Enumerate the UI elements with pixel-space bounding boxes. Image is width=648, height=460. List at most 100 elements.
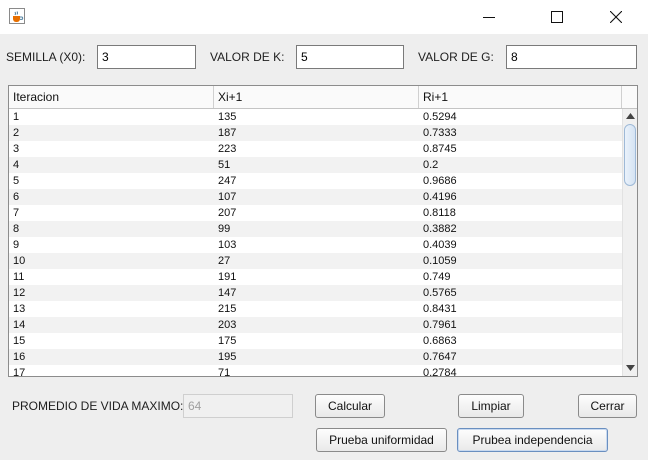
cell-ri: 0.8118	[423, 207, 456, 219]
vertical-scrollbar[interactable]	[622, 109, 637, 376]
cell-ri: 0.9686	[423, 175, 457, 187]
cell-iteracion: 6	[13, 191, 20, 203]
cell-xi: 71	[218, 367, 231, 376]
table-row[interactable]: 12 147 0.5765	[9, 285, 622, 301]
results-table[interactable]: Iteracion Xi+1 Ri+1 1 1 3 5 0.5294 2 187 0.7333…	[8, 85, 638, 377]
maximize-icon	[551, 11, 563, 23]
table-row[interactable]: 2 187 0.7333	[9, 125, 622, 141]
minimize-button[interactable]	[466, 0, 512, 34]
k-label: VALOR DE K:	[210, 50, 285, 64]
table-row[interactable]: 13 215 0.8431	[9, 301, 622, 317]
cell-iteracion: 16	[13, 351, 26, 363]
cell-xi: 191	[218, 271, 237, 283]
cell-xi: 207	[218, 207, 237, 219]
cell-iteracion: 15	[13, 335, 26, 347]
cell-xi: 247	[218, 175, 237, 187]
cerrar-button[interactable]: Cerrar	[578, 394, 637, 418]
table-row[interactable]: 17 71 0.2784	[9, 365, 622, 376]
column-header-iteracion[interactable]: Iteracion	[9, 86, 214, 108]
table-row[interactable]: 4 51 0.2	[9, 157, 622, 173]
table-row[interactable]: 15 175 0.6863	[9, 333, 622, 349]
cell-ri: 0.7333	[423, 127, 457, 139]
cell-iteracion: 7	[13, 207, 20, 219]
java-cup-icon	[9, 8, 25, 24]
cell-xi: 203	[218, 319, 237, 331]
cell-ri: 0.6863	[423, 335, 457, 347]
table-row[interactable]: 3 223 0.8745	[9, 141, 622, 157]
table-row[interactable]: 8 99 0.3882	[9, 221, 622, 237]
arrow-up-icon	[626, 113, 635, 119]
cell-iteracion: 5	[13, 175, 20, 187]
cell-iteracion: 12	[13, 287, 26, 299]
cell-iteracion: 2	[13, 127, 20, 139]
prueba-uniformidad-button[interactable]: Prueba uniformidad	[316, 428, 447, 452]
column-header-xi[interactable]: Xi+1	[214, 86, 419, 108]
cell-iteracion: 3	[13, 143, 20, 155]
cell-xi: 175	[218, 335, 237, 347]
cell-ri: 0.5294	[423, 111, 457, 123]
seed-input[interactable]: 3	[97, 45, 196, 69]
table-body: 1 1 3 5 0.5294 2 187 0.7333 3 223 0.8745 4 51 0.2 5 247…	[9, 109, 622, 376]
cell-iteracion: 11	[13, 271, 25, 283]
table-row[interactable]: 11 191 0.749	[9, 269, 622, 285]
table-row[interactable]: 10 27 0.1059	[9, 253, 622, 269]
close-icon	[610, 11, 622, 23]
maximize-button[interactable]	[534, 0, 580, 34]
arrow-down-icon	[626, 365, 635, 371]
seed-label: SEMILLA (X0):	[6, 50, 86, 64]
cell-ri: 0.8745	[423, 143, 457, 155]
cell-iteracion: 9	[13, 239, 20, 251]
limpiar-button[interactable]: Limpiar	[458, 394, 524, 418]
cell-xi: 103	[218, 239, 237, 251]
app-window: SEMILLA (X0): 3 VALOR DE K: 5 VALOR DE G…	[0, 0, 648, 460]
max-life-field: 64	[183, 394, 293, 418]
cell-iteracion: 17	[13, 367, 26, 376]
prueba-independencia-button[interactable]: Prubea independencia	[457, 428, 608, 452]
cell-ri: 0.4196	[423, 191, 457, 203]
scroll-down-button[interactable]	[623, 361, 637, 375]
cell-xi: 147	[218, 287, 237, 299]
cell-iteracion: 10	[13, 255, 26, 267]
cell-xi: 27	[218, 255, 231, 267]
g-input[interactable]: 8	[506, 45, 637, 69]
table-header: Iteracion Xi+1 Ri+1	[9, 86, 622, 109]
cell-ri: 0.2784	[423, 367, 457, 376]
table-row[interactable]: 1 135 0.5294	[9, 109, 622, 125]
cell-iteracion: 4	[13, 159, 20, 171]
cell-ri: 0.2	[423, 159, 439, 171]
calcular-button[interactable]: Calcular	[315, 394, 385, 418]
cell-ri: 0.1059	[423, 255, 457, 267]
cell-iteracion: 8	[13, 223, 20, 235]
table-row[interactable]: 14 203 0.7961	[9, 317, 622, 333]
minimize-icon	[483, 17, 495, 18]
close-button[interactable]	[593, 0, 639, 34]
scroll-thumb[interactable]	[624, 124, 636, 186]
cell-xi: 195	[218, 351, 237, 363]
cell-ri: 0.8431	[423, 303, 457, 315]
table-row[interactable]: 5 247 0.9686	[9, 173, 622, 189]
cell-xi: 223	[218, 143, 237, 155]
table-row[interactable]: 6 107 0.4196	[9, 189, 622, 205]
scroll-up-button[interactable]	[623, 109, 637, 123]
cell-xi: 215	[218, 303, 237, 315]
k-input[interactable]: 5	[296, 45, 404, 69]
cell-iteracion: 13	[13, 303, 26, 315]
cell-xi: 135	[218, 111, 237, 123]
table-row[interactable]: 7 207 0.8118	[9, 205, 622, 221]
table-header-corner	[622, 86, 637, 109]
content-panel: SEMILLA (X0): 3 VALOR DE K: 5 VALOR DE G…	[0, 34, 648, 460]
cell-ri: 0.5765	[423, 287, 457, 299]
cell-xi: 107	[218, 191, 237, 203]
table-row[interactable]: 9 103 0.4039	[9, 237, 622, 253]
cell-ri: 0.7647	[423, 351, 457, 363]
cell-xi: 99	[218, 223, 231, 235]
max-life-label: PROMEDIO DE VIDA MAXIMO:	[12, 399, 184, 413]
cell-ri: 0.3882	[423, 223, 457, 235]
cell-ri: 0.749	[423, 271, 451, 283]
table-row[interactable]: 16 195 0.7647	[9, 349, 622, 365]
g-label: VALOR DE G:	[418, 50, 494, 64]
title-bar	[0, 0, 648, 34]
cell-iteracion: 14	[13, 319, 26, 331]
column-header-ri[interactable]: Ri+1	[419, 86, 622, 108]
cell-ri: 0.7961	[423, 319, 457, 331]
